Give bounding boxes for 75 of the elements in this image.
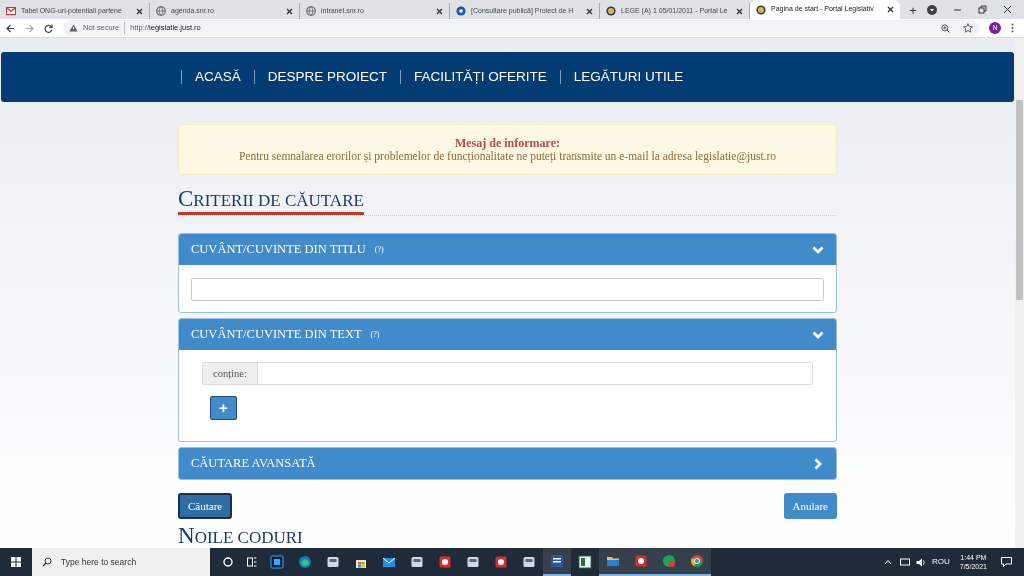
info-title: Mesaj de informare: [454, 136, 561, 150]
zoom-icon[interactable] [941, 23, 950, 33]
app-icon [466, 555, 480, 569]
nav-link[interactable]: ACASĂ [181, 70, 254, 84]
app-icon [326, 555, 340, 569]
info-text: Pentru semnalarea erorilor și problemelor de funcționalitate ne puteți transmite un e-mail la adresa legislatie@just.ro [238, 149, 777, 163]
help-link[interactable]: (?) [374, 243, 384, 256]
close-icon[interactable] [436, 7, 443, 15]
app-icon [410, 555, 424, 569]
app-icon [438, 555, 452, 569]
taskbar-search-field[interactable]: Type here to search [32, 548, 210, 576]
nav-link[interactable]: DESPRE PROIECT [253, 70, 401, 84]
help-link[interactable]: (?) [370, 328, 380, 341]
mail-icon [6, 6, 16, 16]
nav-link[interactable]: FACILITĂȚI OFERITE [400, 70, 560, 84]
menu-icon[interactable] [1011, 23, 1014, 33]
folder-icon [606, 554, 620, 568]
nav-link[interactable]: LEGĂTURI UTILE [559, 70, 697, 84]
section-heading: CRITERII DE CĂUTARE [178, 188, 364, 215]
panel-header[interactable]: CĂUTARE AVANSATĂ [179, 448, 836, 479]
network-icon[interactable] [899, 558, 910, 566]
text-input[interactable] [191, 277, 824, 301]
panel-header[interactable]: CUVÂNT/CUVINTE DIN TEXT (?) [179, 319, 836, 350]
search-icon [42, 557, 52, 567]
chrome-icon [690, 554, 704, 568]
app-icon [494, 555, 508, 569]
star-icon[interactable] [963, 23, 973, 33]
cancel-button[interactable]: Anulare [783, 493, 837, 519]
field-label: conține: [203, 363, 258, 384]
panel-title: CĂUTARE AVANSATĂ [191, 455, 316, 473]
circle-icon [456, 6, 466, 16]
chevron-right-icon[interactable] [812, 457, 824, 470]
section-heading: NOILE CODURI [178, 525, 303, 548]
seal-icon [606, 6, 616, 16]
browser-icon [298, 555, 312, 569]
circle-icon[interactable] [223, 557, 233, 567]
taskbar-app[interactable] [599, 548, 627, 576]
panel-title: CUVÂNT/CUVINTE DIN TEXT [191, 326, 362, 344]
app-icon [634, 554, 648, 568]
globe-icon [306, 6, 316, 16]
close-icon[interactable] [887, 6, 894, 13]
notification-icon[interactable] [1001, 557, 1012, 567]
language-indicator[interactable]: ROU [931, 556, 950, 568]
panel-title: CUVÂNT/CUVINTE DIN TITLU [191, 241, 366, 259]
task-view-icon[interactable] [247, 557, 257, 567]
restore-icon[interactable] [978, 5, 987, 14]
back-icon[interactable] [6, 23, 15, 33]
app-icon [522, 555, 536, 569]
close-icon[interactable] [586, 7, 593, 15]
chevron-up-icon[interactable] [883, 559, 892, 565]
photoshop-icon [270, 555, 284, 569]
reload-icon[interactable] [44, 23, 53, 33]
seal-icon [756, 4, 766, 15]
close-icon[interactable] [736, 7, 743, 15]
globe-icon [156, 6, 166, 16]
taskbar-app[interactable] [683, 548, 711, 576]
close-icon[interactable] [286, 7, 293, 15]
scrollbar[interactable] [1015, 38, 1024, 548]
search-placeholder: Type here to search [61, 555, 137, 569]
warning-icon [69, 24, 78, 32]
word-icon [550, 554, 564, 568]
close-icon[interactable] [136, 7, 143, 15]
search-button[interactable]: Căutare [178, 493, 233, 519]
panel-header[interactable]: CUVÂNT/CUVINTE DIN TITLU (?) [179, 234, 836, 265]
profile-icon[interactable] [927, 5, 937, 15]
speaker-icon[interactable] [915, 557, 926, 567]
new-tab-button[interactable]: + [904, 2, 922, 19]
taskbar-app[interactable] [543, 548, 571, 576]
windows-icon[interactable] [11, 557, 21, 567]
close-icon[interactable] [1003, 5, 1012, 14]
text-input[interactable]: conține: [202, 362, 813, 385]
spreadsheet-icon [578, 555, 592, 569]
mail-icon [382, 555, 396, 569]
add-button[interactable]: + [210, 396, 237, 420]
chat-icon [662, 554, 676, 568]
